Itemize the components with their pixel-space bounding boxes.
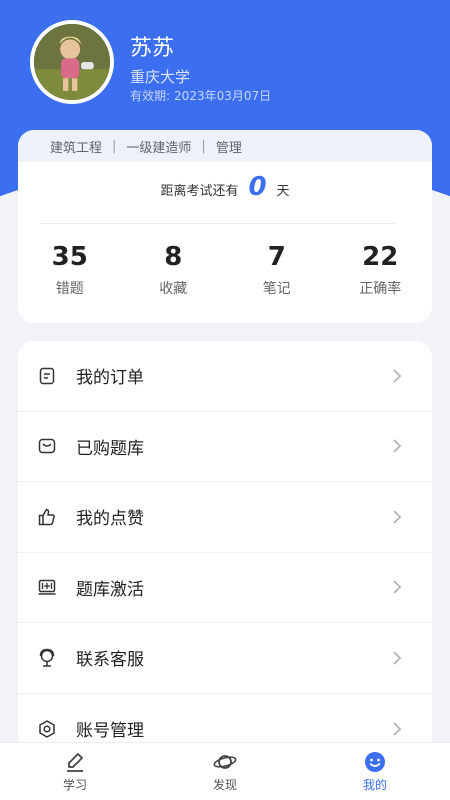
exam-countdown: 距离考试还有 0 天 [18,172,432,202]
activate-icon [36,576,58,598]
stat-label: 收藏 [159,281,188,297]
thumbs-up-icon [36,506,58,528]
subject-exam: 一级建造师 [126,140,192,156]
stat-favorites[interactable]: 8 收藏 [122,240,226,298]
stat-notes[interactable]: 7 笔记 [225,240,329,298]
menu-list: 我的订单 已购题库 我的点赞 题库激活 联系客服 账号管理 [18,341,432,761]
menu-item-label: 题库激活 [76,579,144,600]
chevron-right-icon [393,439,402,453]
tab-discover[interactable]: 发现 [150,743,300,800]
menu-item-orders[interactable]: 我的订单 [18,341,432,412]
chevron-right-icon [393,580,402,594]
customer-service-icon [36,647,58,669]
menu-item-likes[interactable]: 我的点赞 [18,482,432,553]
divider [40,223,396,224]
menu-item-label: 我的订单 [76,368,144,389]
menu-item-label: 账号管理 [76,721,144,742]
subject-category: 建筑工程 [50,140,103,156]
separator: | [112,138,117,154]
smile-icon [365,752,385,772]
tab-study[interactable]: 学习 [0,743,150,800]
countdown-prefix: 距离考试还有 [160,184,239,199]
countdown-days: 0 [248,172,267,202]
stat-label: 笔记 [262,281,291,297]
pencil-icon [67,753,83,772]
menu-item-label: 我的点赞 [76,509,144,530]
countdown-suffix: 天 [276,184,290,199]
chevron-right-icon [393,651,402,665]
tab-label: 发现 [212,778,237,792]
order-icon [36,365,58,387]
chevron-right-icon [393,369,402,383]
subject-course: 管理 [215,140,242,156]
subject-breadcrumb[interactable]: 建筑工程 | 一级建造师 | 管理 [18,130,432,162]
settings-icon [36,718,58,740]
user-name: 苏苏 [130,36,175,61]
stat-accuracy[interactable]: 22 正确率 [329,240,433,298]
menu-item-label: 联系客服 [76,650,144,671]
validity-label: 有效期: [130,89,171,103]
validity: 有效期: 2023年03月07日 [130,87,271,104]
menu-item-label: 已购题库 [76,438,144,459]
menu-item-customer-service[interactable]: 联系客服 [18,623,432,694]
bottom-tab-bar: 学习 发现 我的 [0,742,450,800]
stat-value: 8 [164,242,183,272]
tab-label: 我的 [362,778,387,792]
avatar-image [34,24,110,100]
stat-wrong-questions[interactable]: 35 错题 [18,240,122,298]
exam-stats-card: 建筑工程 | 一级建造师 | 管理 距离考试还有 0 天 35 错题 8 收藏 … [18,130,432,323]
user-school: 重庆大学 [130,68,191,86]
chevron-right-icon [393,722,402,736]
menu-item-purchased[interactable]: 已购题库 [18,412,432,482]
planet-icon [213,755,237,769]
validity-date: 2023年03月07日 [174,89,272,103]
stat-value: 22 [362,242,399,272]
stat-label: 正确率 [359,281,402,297]
tab-mine[interactable]: 我的 [300,743,450,800]
purchased-icon [36,435,58,457]
stats-row: 35 错题 8 收藏 7 笔记 22 正确率 [18,240,432,298]
avatar[interactable] [30,20,114,104]
stat-value: 7 [267,242,286,272]
separator: | [201,138,206,154]
chevron-right-icon [393,510,402,524]
stat-value: 35 [51,242,88,272]
tab-label: 学习 [62,778,87,792]
stat-label: 错题 [55,281,84,297]
menu-item-activate[interactable]: 题库激活 [18,553,432,623]
